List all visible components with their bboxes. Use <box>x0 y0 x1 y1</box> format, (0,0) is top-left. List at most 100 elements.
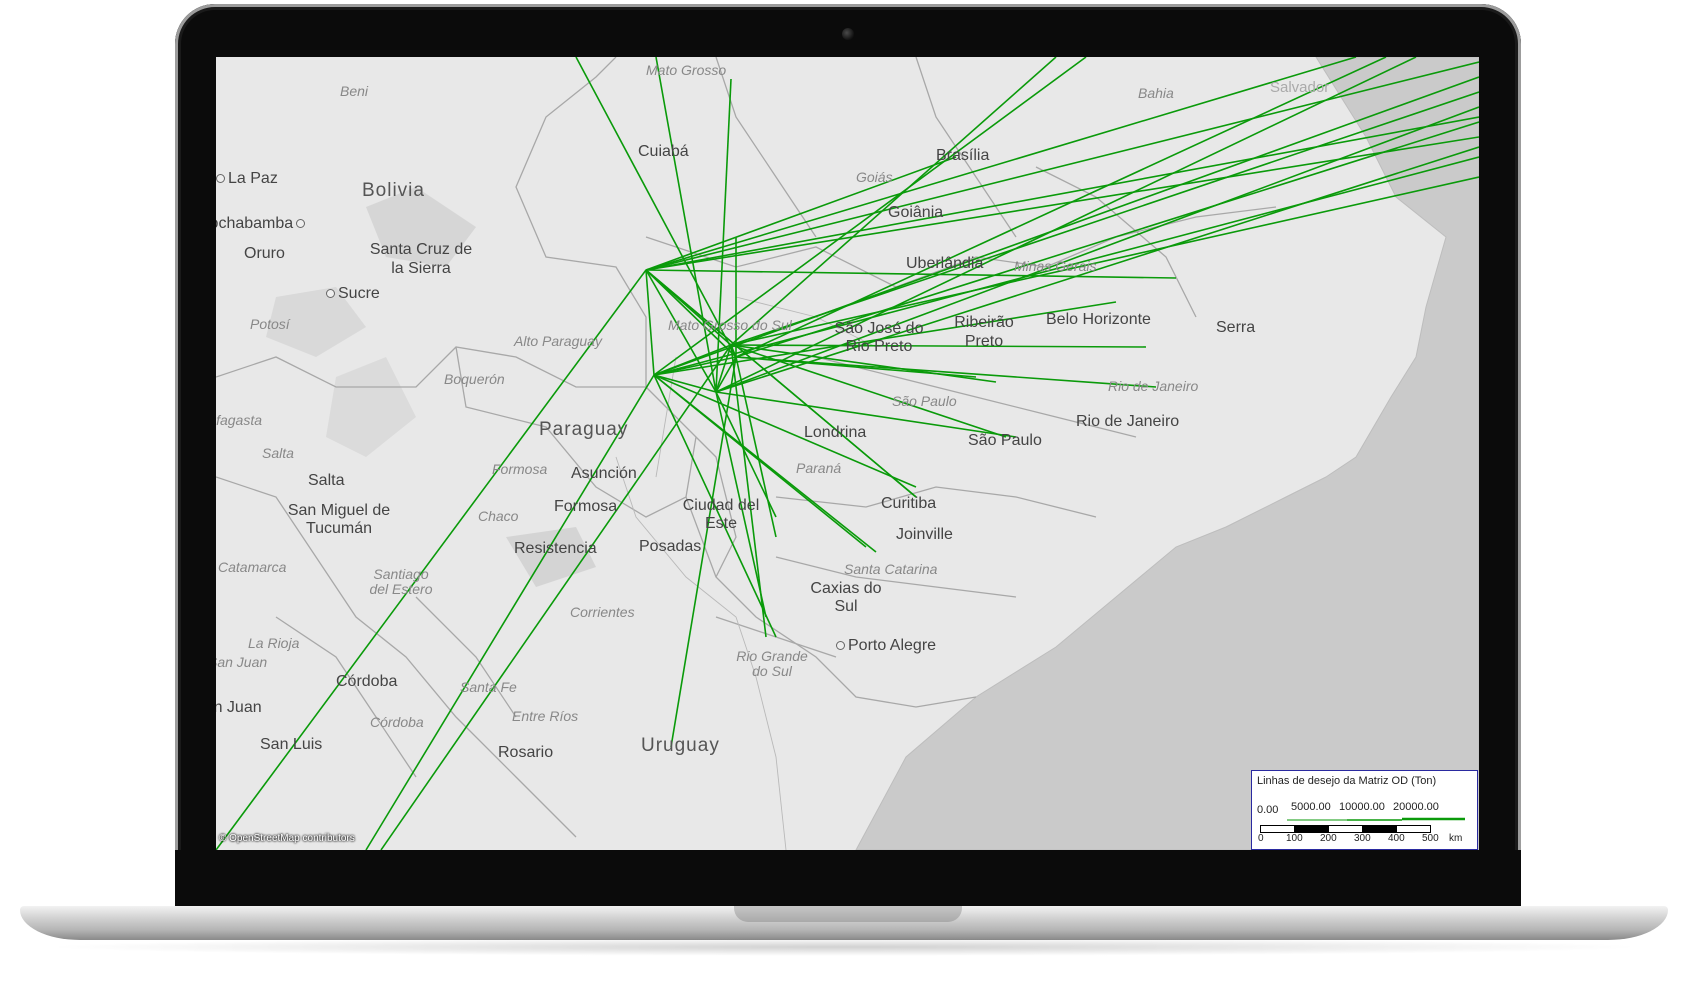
region-label: Salta <box>262 445 294 461</box>
city-label: Porto Alegre <box>836 637 936 655</box>
legend-values-row: 0.00 5000.00 10000.00 20000.00 <box>1257 801 1472 821</box>
map-screen[interactable]: Bolivia Paraguay Uruguay La Paz Cochabam… <box>216 57 1479 850</box>
region-label: Beni <box>340 83 369 99</box>
od-desire-line <box>645 57 1357 271</box>
od-desire-line <box>715 57 1417 393</box>
od-desire-line <box>645 61 1479 271</box>
region-label: Mato Grosso <box>646 62 727 78</box>
scale-tick-label: 500 <box>1422 833 1439 844</box>
region-label: Alto Paraguay <box>514 333 602 349</box>
region-label: Córdoba <box>370 714 424 730</box>
laptop-shadow <box>40 938 1648 956</box>
od-desire-line <box>645 116 1479 271</box>
scale-tick-label: 300 <box>1354 833 1371 844</box>
region-label: Entre Ríos <box>512 708 579 724</box>
city-label: Salta <box>308 472 345 489</box>
od-desire-line <box>715 106 1479 393</box>
city-label: San Miguel de Tucumán <box>287 502 391 537</box>
region-label: Goiás <box>856 169 893 185</box>
city-dot-icon <box>326 289 335 299</box>
city-label: Cuiabá <box>638 143 689 160</box>
od-desire-line <box>653 374 917 488</box>
region-label: Corrientes <box>570 604 635 620</box>
scale-tick-label: 0 <box>1258 833 1264 844</box>
city-label: São José do Rio Preto <box>834 320 924 355</box>
city-label: San Juan <box>216 699 262 716</box>
city-label: Rosario <box>498 744 554 761</box>
region-label: Bahia <box>1138 85 1174 101</box>
legend-zero-label: 0.00 <box>1257 804 1279 816</box>
region-label: Santiago del Estero <box>369 566 433 597</box>
region-label: Potosí <box>250 316 290 332</box>
od-desire-line <box>645 269 655 376</box>
laptop-opening-notch <box>734 906 962 922</box>
region-label: Rio Grande do Sul <box>736 648 808 679</box>
region-label: Minas Gerais <box>1014 258 1097 274</box>
region-label: Paraná <box>796 460 842 476</box>
webcam-icon <box>842 28 854 40</box>
region-label: Santa Catarina <box>844 561 938 577</box>
legend-title: Linhas de desejo da Matriz OD (Ton) <box>1257 775 1437 787</box>
city-dot-icon <box>216 174 225 184</box>
city-dot-icon <box>296 219 306 229</box>
scale-segment <box>1396 825 1431 833</box>
city-label: Córdoba <box>336 673 398 690</box>
scale-segment <box>1260 825 1295 833</box>
od-desire-line <box>730 344 1007 438</box>
city-label: Caxias do Sul <box>810 580 882 615</box>
od-desire-line <box>575 57 737 358</box>
city-label: Resistencia <box>514 540 597 557</box>
region-label: Antofagasta <box>216 412 262 428</box>
terrain-patch <box>326 357 416 457</box>
region-label: São Paulo <box>892 393 957 409</box>
country-label: Bolivia <box>362 180 425 201</box>
map-canvas[interactable] <box>216 57 1479 850</box>
city-label: Serra <box>1216 319 1256 336</box>
city-label: Londrina <box>804 424 867 441</box>
city-label: Asunción <box>571 465 637 482</box>
od-desire-line <box>715 146 1479 393</box>
city-label: Salvador <box>1270 79 1330 96</box>
city-label: San Luis <box>260 736 323 753</box>
scale-labels: 0 100 200 300 400 500 km <box>1252 833 1477 845</box>
legend-value-label: 5000.00 <box>1291 801 1331 813</box>
scale-segment <box>1362 825 1397 833</box>
city-label: Sucre <box>326 285 380 303</box>
city-label: Ribeirão Preto <box>954 314 1014 350</box>
city-label: Ciudad del Este <box>682 497 760 532</box>
legend-value-label: 20000.00 <box>1393 801 1439 813</box>
legend-line-swatch <box>1287 817 1465 821</box>
city-label: Joinville <box>896 526 953 543</box>
region-label: San Juan <box>216 654 268 670</box>
legend-value-label: 10000.00 <box>1339 801 1385 813</box>
city-label: La Paz <box>216 170 278 188</box>
screen-bottom-bezel <box>175 850 1521 906</box>
city-label: Goiânia <box>888 204 944 221</box>
country-label: Uruguay <box>641 735 720 756</box>
city-label: Santa Cruz de la Sierra <box>369 241 473 277</box>
city-label: Curitiba <box>881 495 937 512</box>
scale-segment <box>1328 825 1363 833</box>
city-label: Cochabamba <box>216 215 308 233</box>
scale-tick-label: 200 <box>1320 833 1337 844</box>
city-dot-icon <box>836 641 845 651</box>
city-label: Brasília <box>936 147 990 164</box>
country-label: Paraguay <box>539 419 629 440</box>
city-label: Uberlândia <box>906 255 984 272</box>
region-label: Rio de Janeiro <box>1108 378 1199 394</box>
city-label: Rio de Janeiro <box>1076 413 1180 430</box>
region-label: Catamarca <box>218 559 287 575</box>
scale-tick-label: 400 <box>1388 833 1405 844</box>
region-label: Chaco <box>478 508 519 524</box>
od-desire-line <box>645 269 737 358</box>
region-label: Formosa <box>492 461 548 477</box>
region-label: La Rioja <box>248 635 300 651</box>
map-legend: Linhas de desejo da Matriz OD (Ton) 0.00… <box>1251 770 1478 850</box>
city-label: Oruro <box>244 245 285 262</box>
city-label: Belo Horizonte <box>1046 311 1151 328</box>
city-label: São Paulo <box>968 432 1042 449</box>
scale-bar <box>1260 825 1431 833</box>
region-label: Boquerón <box>444 371 505 387</box>
scale-segment <box>1294 825 1329 833</box>
map-attribution: © OpenStreetMap contributors <box>219 833 355 844</box>
